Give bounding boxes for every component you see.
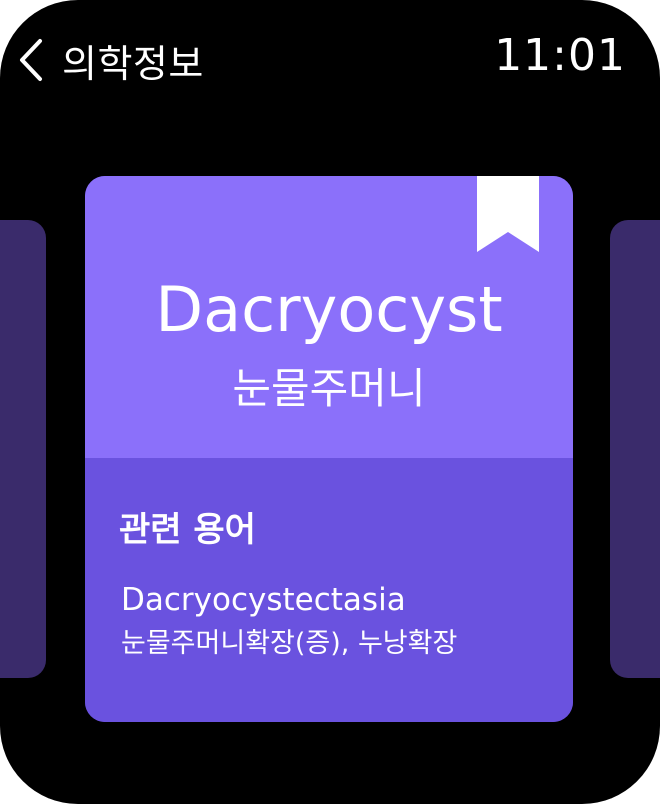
watch-screen: 의학정보 11:01 Dacryocyst 눈물주머니 관련 용어 Dacryo… [0,0,660,804]
bookmark-icon[interactable] [477,176,539,252]
term-card[interactable]: Dacryocyst 눈물주머니 관련 용어 Dacryocystectasia… [85,176,573,722]
related-terms-heading: 관련 용어 [119,510,256,550]
next-card[interactable] [610,220,660,678]
related-term-english: Dacryocystectasia [121,582,406,618]
related-terms-section: 관련 용어 Dacryocystectasia 눈물주머니확장(증), 누낭확장 [85,458,573,722]
term-korean: 눈물주머니 [232,364,426,413]
chevron-left-icon [14,38,48,82]
back-button[interactable]: 의학정보 [14,28,204,92]
page-title: 의학정보 [62,41,204,86]
term-card-header: Dacryocyst 눈물주머니 [85,176,573,458]
term-english: Dacryocyst [155,273,503,346]
related-term-korean: 눈물주머니확장(증), 누낭확장 [121,628,458,659]
header-bar: 의학정보 11:01 [0,0,660,120]
clock: 11:01 [494,30,626,81]
previous-card[interactable] [0,220,46,678]
